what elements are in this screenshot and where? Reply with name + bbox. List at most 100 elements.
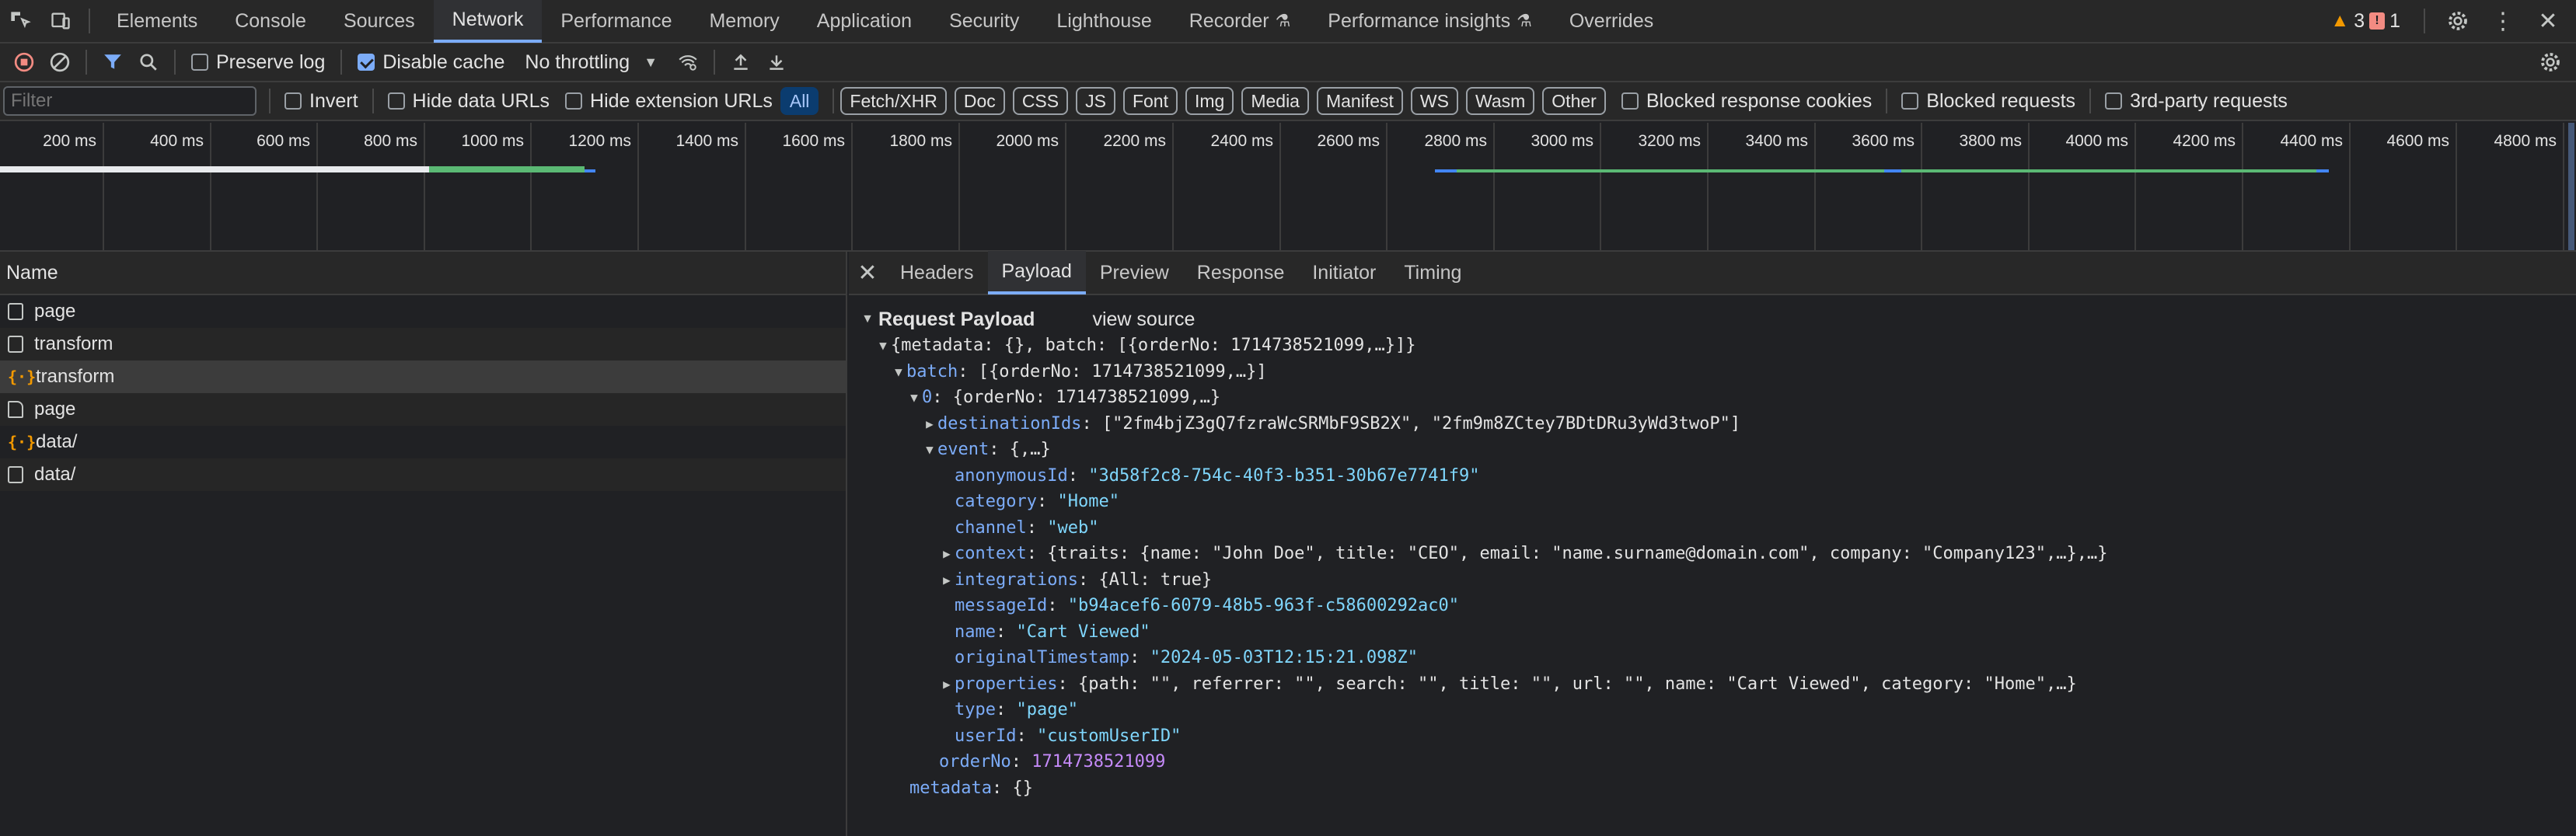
tab-security[interactable]: Security [930, 0, 1038, 43]
tab-preview[interactable]: Preview [1086, 251, 1183, 294]
timeline-tick-label: 1400 ms [675, 132, 738, 150]
request-name: transform [34, 333, 113, 354]
inspect-element-icon[interactable] [0, 1, 40, 41]
stop-recording-icon[interactable] [6, 44, 42, 80]
timeline-gridline [1386, 123, 1387, 250]
type-filter-img[interactable]: Img [1185, 87, 1234, 115]
tab-sources[interactable]: Sources [325, 0, 434, 43]
json-key: channel [955, 517, 1027, 538]
timeline-gridline [210, 123, 211, 250]
blocked-requests-checkbox[interactable]: Blocked requests [1894, 90, 2083, 113]
tab-overrides[interactable]: Overrides [1551, 0, 1672, 43]
timeline-tick-label: 4600 ms [2386, 132, 2449, 150]
tab-console[interactable]: Console [216, 0, 325, 43]
timeline-bar-late-start [1435, 169, 1457, 172]
file-icon [8, 401, 23, 418]
close-devtools-icon[interactable]: ✕ [2528, 1, 2568, 41]
type-filter-ws[interactable]: WS [1410, 87, 1458, 115]
type-filter-css[interactable]: CSS [1012, 87, 1069, 115]
type-filter-doc[interactable]: Doc [954, 87, 1005, 115]
device-toolbar-icon[interactable] [40, 1, 81, 41]
type-filter-other[interactable]: Other [1542, 87, 1606, 115]
checkbox-box[interactable] [565, 92, 583, 110]
network-overview-timeline[interactable]: 200 ms 400 ms 600 ms 800 ms 1000 ms 1200 ms 14… [0, 123, 2576, 252]
export-har-icon[interactable] [759, 44, 794, 80]
search-icon[interactable] [131, 44, 166, 80]
tab-elements[interactable]: Elements [98, 0, 216, 43]
preserve-log-checkbox[interactable]: Preserve log [183, 51, 333, 74]
tab-performance-insights[interactable]: Performance insights ⚗ [1309, 0, 1551, 43]
network-settings-gear-icon[interactable] [2532, 44, 2568, 80]
tab-headers[interactable]: Headers [886, 251, 988, 294]
type-filter-js[interactable]: JS [1076, 87, 1115, 115]
request-row[interactable]: {·} transform [0, 361, 846, 393]
warnings-badge[interactable]: ▲ 3 ! 1 [2330, 10, 2400, 33]
timeline-window-handle[interactable] [2568, 123, 2574, 250]
json-batch-row[interactable]: ▼ batch: [{orderNo: 1714738521099,…}] [860, 359, 2576, 385]
tab-recorder[interactable]: Recorder ⚗ [1171, 0, 1310, 43]
tab-application[interactable]: Application [798, 0, 930, 43]
blocked-response-cookies-checkbox[interactable]: Blocked response cookies [1614, 90, 1880, 113]
tab-lighthouse[interactable]: Lighthouse [1038, 0, 1170, 43]
type-filter-wasm[interactable]: Wasm [1465, 87, 1535, 115]
more-options-icon[interactable]: ⋮ [2483, 1, 2523, 41]
json-value: {} [1012, 778, 1033, 798]
request-payload-header[interactable]: ▼ Request Payload view source [860, 306, 2576, 333]
type-filter-fetch-xhr[interactable]: Fetch/XHR [840, 87, 947, 115]
json-destination-row[interactable]: ▶ destinationIds: ["2fm4bjZ3gQ7fzraWcSRMb… [860, 411, 2576, 437]
json-item-row[interactable]: ▼ 0: {orderNo: 1714738521099,…} [860, 385, 2576, 411]
timeline-gridline [1600, 123, 1601, 250]
request-row[interactable]: data/ [0, 458, 846, 491]
divider [832, 89, 835, 113]
json-root-row[interactable]: ▼ {metadata: {}, batch: [{orderNo: 171473… [860, 333, 2576, 359]
request-row[interactable]: page [0, 295, 846, 328]
clear-icon[interactable] [42, 44, 78, 80]
type-filter-media[interactable]: Media [1241, 87, 1309, 115]
throttling-select[interactable]: No throttling ▼ [512, 51, 670, 74]
checkbox-box[interactable] [191, 54, 208, 71]
view-source-link[interactable]: view source [1092, 308, 1195, 331]
network-conditions-icon[interactable] [670, 44, 706, 80]
tab-payload[interactable]: Payload [987, 251, 1086, 294]
filter-input[interactable] [3, 86, 257, 116]
close-details-icon[interactable]: ✕ [849, 251, 886, 294]
type-filter-manifest[interactable]: Manifest [1316, 87, 1403, 115]
checkbox-box[interactable] [387, 92, 405, 110]
json-value: {traits: {name: "John Doe", title: "CEO"… [1047, 544, 2108, 564]
import-har-icon[interactable] [723, 44, 759, 80]
checkbox-box[interactable] [1621, 92, 1639, 110]
tab-timing[interactable]: Timing [1390, 251, 1475, 294]
json-key: destinationIds [937, 413, 1082, 434]
tab-performance[interactable]: Performance [542, 0, 690, 43]
third-party-requests-checkbox[interactable]: 3rd-party requests [2097, 90, 2295, 113]
tab-initiator[interactable]: Initiator [1298, 251, 1390, 294]
hide-extension-urls-checkbox[interactable]: Hide extension URLs [557, 90, 780, 113]
json-key: metadata [909, 778, 992, 798]
json-properties-row[interactable]: ▶ properties: {path: "", referrer: "", se… [860, 671, 2576, 698]
name-column-header[interactable]: Name [0, 252, 846, 295]
json-event-row[interactable]: ▼ event: {,…} [860, 437, 2576, 463]
invert-checkbox[interactable]: Invert [277, 90, 366, 113]
request-row[interactable]: page [0, 393, 846, 426]
filter-icon[interactable] [95, 44, 131, 80]
tab-memory[interactable]: Memory [690, 0, 798, 43]
json-context-row[interactable]: ▶ context: {traits: {name: "John Doe", ti… [860, 541, 2576, 567]
settings-gear-icon[interactable] [2438, 1, 2478, 41]
checkbox-box-checked[interactable] [358, 54, 375, 71]
json-integrations-row[interactable]: ▶ integrations: {All: true} [860, 567, 2576, 594]
request-row[interactable]: transform [0, 328, 846, 361]
warnings-count: 3 [2354, 9, 2365, 32]
checkbox-box[interactable] [2105, 92, 2123, 110]
checkbox-box[interactable] [284, 92, 302, 110]
disable-cache-checkbox[interactable]: Disable cache [350, 51, 512, 74]
filter-bar: Invert Hide data URLs Hide extension URL… [0, 82, 2576, 121]
tab-response[interactable]: Response [1183, 251, 1299, 294]
tab-network[interactable]: Network [433, 0, 543, 43]
checkbox-box[interactable] [1901, 92, 1919, 110]
type-filter-font[interactable]: Font [1122, 87, 1178, 115]
hide-extension-urls-label: Hide extension URLs [590, 89, 773, 112]
json-key: originalTimestamp [955, 648, 1130, 668]
type-filter-all[interactable]: All [780, 87, 819, 115]
request-row[interactable]: {·} data/ [0, 426, 846, 458]
hide-data-urls-checkbox[interactable]: Hide data URLs [380, 90, 557, 113]
